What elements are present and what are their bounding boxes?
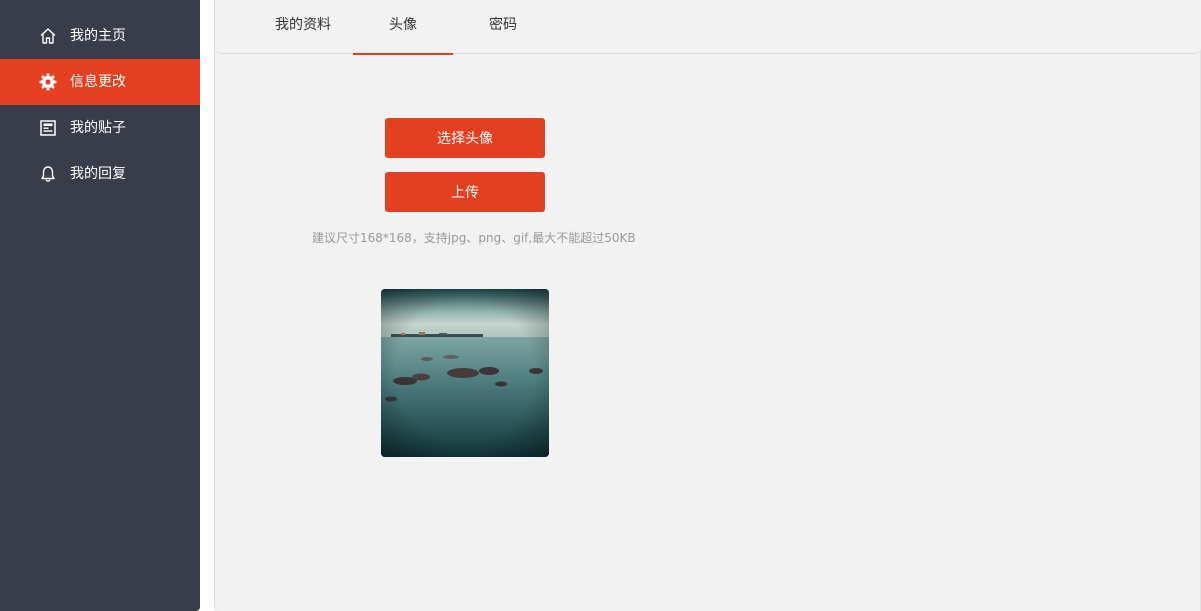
post-icon bbox=[38, 118, 58, 138]
sidebar-item-home[interactable]: 我的主页 bbox=[0, 13, 200, 59]
choose-avatar-button[interactable]: 选择头像 bbox=[385, 118, 545, 158]
home-icon bbox=[38, 26, 58, 46]
tab-password[interactable]: 密码 bbox=[453, 0, 553, 54]
avatar-hint: 建议尺寸168*168，支持jpg、png、gif,最大不能超过50KB bbox=[312, 231, 636, 245]
tab-avatar[interactable]: 头像 bbox=[353, 0, 453, 55]
sidebar-item-label: 信息更改 bbox=[70, 74, 126, 90]
upload-button[interactable]: 上传 bbox=[385, 172, 545, 212]
tab-my-profile[interactable]: 我的资料 bbox=[253, 0, 353, 54]
sidebar-item-profile-edit[interactable]: 信息更改 bbox=[0, 59, 200, 105]
sidebar-item-posts[interactable]: 我的贴子 bbox=[0, 105, 200, 151]
sidebar-item-replies[interactable]: 我的回复 bbox=[0, 151, 200, 197]
main-panel: 我的资料 头像 密码 选择头像 上传 建议尺寸168*168，支持jpg、png… bbox=[214, 0, 1201, 611]
sidebar-item-label: 我的回复 bbox=[70, 166, 126, 182]
gear-icon bbox=[38, 72, 58, 92]
sidebar: 我的主页 信息更改 我的贴子 我的回复 bbox=[0, 0, 200, 611]
tab-bar: 我的资料 头像 密码 bbox=[215, 0, 1201, 55]
avatar-preview-image bbox=[381, 289, 549, 457]
bell-icon bbox=[38, 164, 58, 184]
sidebar-item-label: 我的主页 bbox=[70, 28, 126, 44]
sidebar-item-label: 我的贴子 bbox=[70, 120, 126, 136]
